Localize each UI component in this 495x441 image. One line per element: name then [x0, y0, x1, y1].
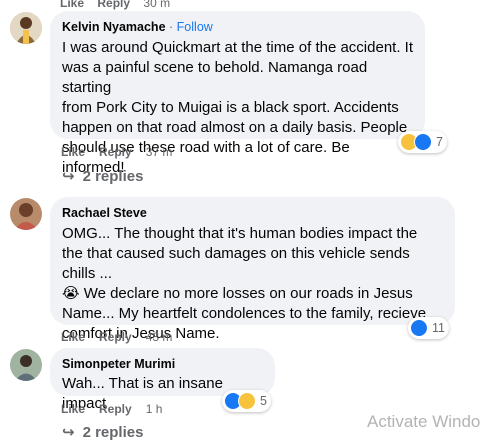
reply-link[interactable]: Reply — [99, 145, 132, 159]
like-link[interactable]: Like — [61, 402, 85, 416]
like-link[interactable]: Like — [61, 145, 85, 159]
reaction-count: 5 — [260, 394, 267, 408]
sad-reaction-icon — [238, 392, 256, 410]
avatar[interactable] — [10, 349, 42, 381]
comment-author[interactable]: Kelvin Nyamache · Follow — [62, 19, 413, 35]
previous-comment-actions: Like Reply 30 m — [60, 0, 180, 10]
avatar[interactable] — [10, 198, 42, 230]
comment-time: 43 m — [145, 330, 173, 344]
follow-link[interactable]: Follow — [177, 20, 213, 34]
comment-text: OMG... The thought that it's human bodie… — [62, 225, 427, 342]
comment-actions: Like Reply 37 m — [61, 145, 172, 159]
reaction-summary[interactable]: 11 — [408, 317, 449, 339]
comment-author[interactable]: Simonpeter Murimi — [62, 356, 263, 372]
view-replies[interactable]: ↪ 2 replies — [62, 423, 143, 441]
comment-actions: Like Reply 43 m — [61, 330, 172, 344]
separator: · — [169, 20, 174, 34]
activate-windows-watermark: Activate Windo — [367, 412, 481, 431]
comment-time: 1 h — [145, 402, 163, 416]
like-reaction-icon — [410, 319, 428, 337]
comment-time: 30 m — [143, 0, 171, 10]
reply-arrow-icon: ↪ — [62, 168, 75, 185]
like-link[interactable]: Like — [61, 330, 85, 344]
reply-link[interactable]: Reply — [97, 0, 130, 10]
avatar[interactable] — [10, 12, 42, 44]
comment-bubble: Rachael Steve OMG... The thought that it… — [50, 197, 455, 342]
comment-bubble: Simonpeter Murimi Wah... That is an insa… — [50, 348, 275, 412]
like-link[interactable]: Like — [60, 0, 84, 10]
reaction-summary[interactable]: 5 — [222, 390, 271, 412]
comment-bubble: Kelvin Nyamache · Follow I was around Qu… — [50, 11, 425, 176]
comment-actions: Like Reply 1 h — [61, 402, 162, 416]
like-reaction-icon — [414, 133, 432, 151]
comment-author[interactable]: Rachael Steve — [62, 205, 443, 221]
view-replies[interactable]: ↪ 2 replies — [62, 167, 143, 186]
reply-arrow-icon: ↪ — [62, 424, 75, 441]
reaction-count: 7 — [436, 135, 443, 149]
reaction-count: 11 — [432, 321, 445, 335]
reply-link[interactable]: Reply — [99, 402, 132, 416]
comment-time: 37 m — [145, 145, 173, 159]
reaction-summary[interactable]: 7 — [398, 131, 447, 153]
reply-link[interactable]: Reply — [99, 330, 132, 344]
